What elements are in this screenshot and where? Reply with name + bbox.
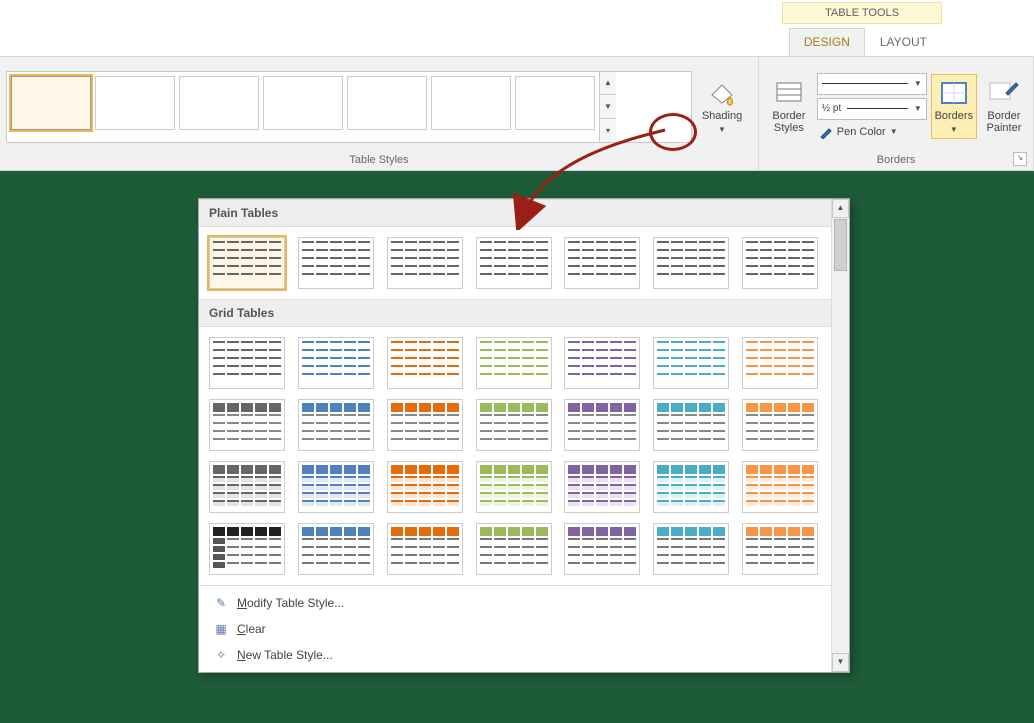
- grid-table-style-r1-c0[interactable]: [209, 399, 285, 451]
- grid-table-style-r3-c6[interactable]: [742, 523, 818, 575]
- gallery-expand-button[interactable]: ▾: [600, 119, 616, 142]
- grid-table-style-r0-c0[interactable]: [209, 337, 285, 389]
- line-weight-preview: [847, 108, 908, 109]
- chevron-down-icon: ▼: [950, 125, 958, 134]
- new-icon: ✧: [213, 647, 229, 663]
- tab-layout[interactable]: LAYOUT: [865, 28, 942, 56]
- pen-color-dropdown[interactable]: Pen Color ▼: [817, 123, 927, 141]
- line-weight-dropdown[interactable]: ½ pt ▼: [817, 98, 927, 120]
- grid-table-style-r2-c0[interactable]: [209, 461, 285, 513]
- tab-design[interactable]: DESIGN: [789, 28, 865, 56]
- grid-table-style-r0-c6[interactable]: [742, 337, 818, 389]
- grid-table-style-r2-c1[interactable]: [298, 461, 374, 513]
- pen-icon: [819, 125, 833, 139]
- grid-table-style-r2-c4[interactable]: [564, 461, 640, 513]
- plain-table-style-6[interactable]: [742, 237, 818, 289]
- group-label-borders: Borders ↘: [765, 152, 1027, 170]
- modify-table-style-item[interactable]: ✎ Modify Table Style...: [199, 590, 831, 616]
- bucket-icon: [706, 79, 738, 107]
- grid-table-style-r3-c1[interactable]: [298, 523, 374, 575]
- grid-table-style-r3-c4[interactable]: [564, 523, 640, 575]
- ribbon-table-style-5[interactable]: [431, 76, 511, 130]
- chevron-down-icon: ▼: [914, 79, 922, 88]
- gallery-footer: ✎ Modify Table Style... ▦ Clear ✧ New Ta…: [199, 585, 831, 672]
- ribbon-table-style-6[interactable]: [515, 76, 595, 130]
- gallery-section-grid: Grid Tables: [199, 299, 831, 327]
- ribbon-table-style-3[interactable]: [263, 76, 343, 130]
- line-style-preview: [822, 83, 908, 84]
- gallery-spinner: ▲ ▼ ▾: [599, 72, 616, 142]
- grid-table-style-r1-c1[interactable]: [298, 399, 374, 451]
- scrollbar-up[interactable]: ▲: [832, 199, 849, 218]
- plain-table-style-3[interactable]: [476, 237, 552, 289]
- grid-table-style-r2-c2[interactable]: [387, 461, 463, 513]
- border-styles-icon: [773, 79, 805, 107]
- borders-icon: [938, 79, 970, 107]
- plain-table-style-0[interactable]: [209, 237, 285, 289]
- new-table-style-item[interactable]: ✧ New Table Style...: [199, 642, 831, 668]
- grid-table-style-r3-c2[interactable]: [387, 523, 463, 575]
- ribbon-table-style-2[interactable]: [179, 76, 259, 130]
- gallery-section-plain: Plain Tables: [199, 199, 831, 227]
- borders-button[interactable]: Borders ▼: [931, 74, 977, 139]
- scrollbar-down[interactable]: ▼: [832, 653, 849, 672]
- grid-table-style-r1-c5[interactable]: [653, 399, 729, 451]
- clear-icon: ▦: [213, 621, 229, 637]
- border-painter-icon: [988, 79, 1020, 107]
- plain-table-style-1[interactable]: [298, 237, 374, 289]
- grid-table-style-r0-c2[interactable]: [387, 337, 463, 389]
- gallery-scroll-up[interactable]: ▲: [600, 72, 616, 96]
- grid-table-style-r1-c6[interactable]: [742, 399, 818, 451]
- chevron-down-icon: ▼: [914, 104, 922, 113]
- clear-item[interactable]: ▦ Clear: [199, 616, 831, 642]
- borders-label: Borders: [935, 110, 974, 122]
- contextual-tab-label: TABLE TOOLS: [782, 2, 942, 24]
- grid-table-style-r0-c3[interactable]: [476, 337, 552, 389]
- border-styles-button[interactable]: Border Styles: [765, 74, 813, 139]
- group-label-table-styles: Table Styles: [6, 152, 752, 170]
- grid-table-style-r1-c4[interactable]: [564, 399, 640, 451]
- border-painter-label: Border Painter: [987, 110, 1022, 134]
- ribbon-table-style-4[interactable]: [347, 76, 427, 130]
- modify-icon: ✎: [213, 595, 229, 611]
- tab-strip: TABLE TOOLS DESIGN LAYOUT: [0, 0, 1034, 56]
- grid-tables-grid: [199, 327, 831, 585]
- chevron-down-icon: ▼: [718, 125, 726, 134]
- grid-table-style-r0-c4[interactable]: [564, 337, 640, 389]
- ribbon-table-style-0[interactable]: [11, 76, 91, 130]
- gallery-scroll-down[interactable]: ▼: [600, 95, 616, 119]
- plain-table-style-5[interactable]: [653, 237, 729, 289]
- grid-table-style-r0-c1[interactable]: [298, 337, 374, 389]
- border-styles-label: Border Styles: [772, 110, 805, 134]
- plain-tables-grid: [199, 227, 831, 299]
- grid-table-style-r1-c3[interactable]: [476, 399, 552, 451]
- ribbon: TABLE TOOLS DESIGN LAYOUT ▲ ▼ ▾: [0, 0, 1034, 171]
- plain-table-style-4[interactable]: [564, 237, 640, 289]
- line-weight-value: ½ pt: [822, 103, 841, 114]
- grid-table-style-r2-c5[interactable]: [653, 461, 729, 513]
- grid-table-style-r2-c6[interactable]: [742, 461, 818, 513]
- grid-table-style-r3-c3[interactable]: [476, 523, 552, 575]
- table-styles-gallery: ▲ ▼ ▾: [6, 71, 692, 143]
- table-styles-row: [7, 72, 599, 142]
- gallery-scrollbar[interactable]: ▲ ▼: [831, 199, 849, 672]
- grid-table-style-r3-c0[interactable]: [209, 523, 285, 575]
- borders-dialog-launcher[interactable]: ↘: [1013, 152, 1027, 166]
- plain-table-style-2[interactable]: [387, 237, 463, 289]
- scrollbar-thumb[interactable]: [834, 219, 847, 271]
- border-painter-button[interactable]: Border Painter: [981, 74, 1027, 139]
- grid-table-style-r0-c5[interactable]: [653, 337, 729, 389]
- grid-table-style-r3-c5[interactable]: [653, 523, 729, 575]
- table-styles-dropdown: Plain Tables Grid Tables ✎ Modify Table …: [198, 198, 850, 673]
- line-style-dropdown[interactable]: ▼: [817, 73, 927, 95]
- grid-table-style-r1-c2[interactable]: [387, 399, 463, 451]
- ribbon-table-style-1[interactable]: [95, 76, 175, 130]
- shading-button[interactable]: Shading ▼: [692, 74, 752, 139]
- shading-label: Shading: [702, 110, 742, 122]
- ribbon-body: ▲ ▼ ▾ Shading ▼ Table Styles: [0, 56, 1034, 170]
- grid-table-style-r2-c3[interactable]: [476, 461, 552, 513]
- pen-color-label: Pen Color: [837, 126, 886, 138]
- chevron-down-icon: ▼: [890, 127, 898, 136]
